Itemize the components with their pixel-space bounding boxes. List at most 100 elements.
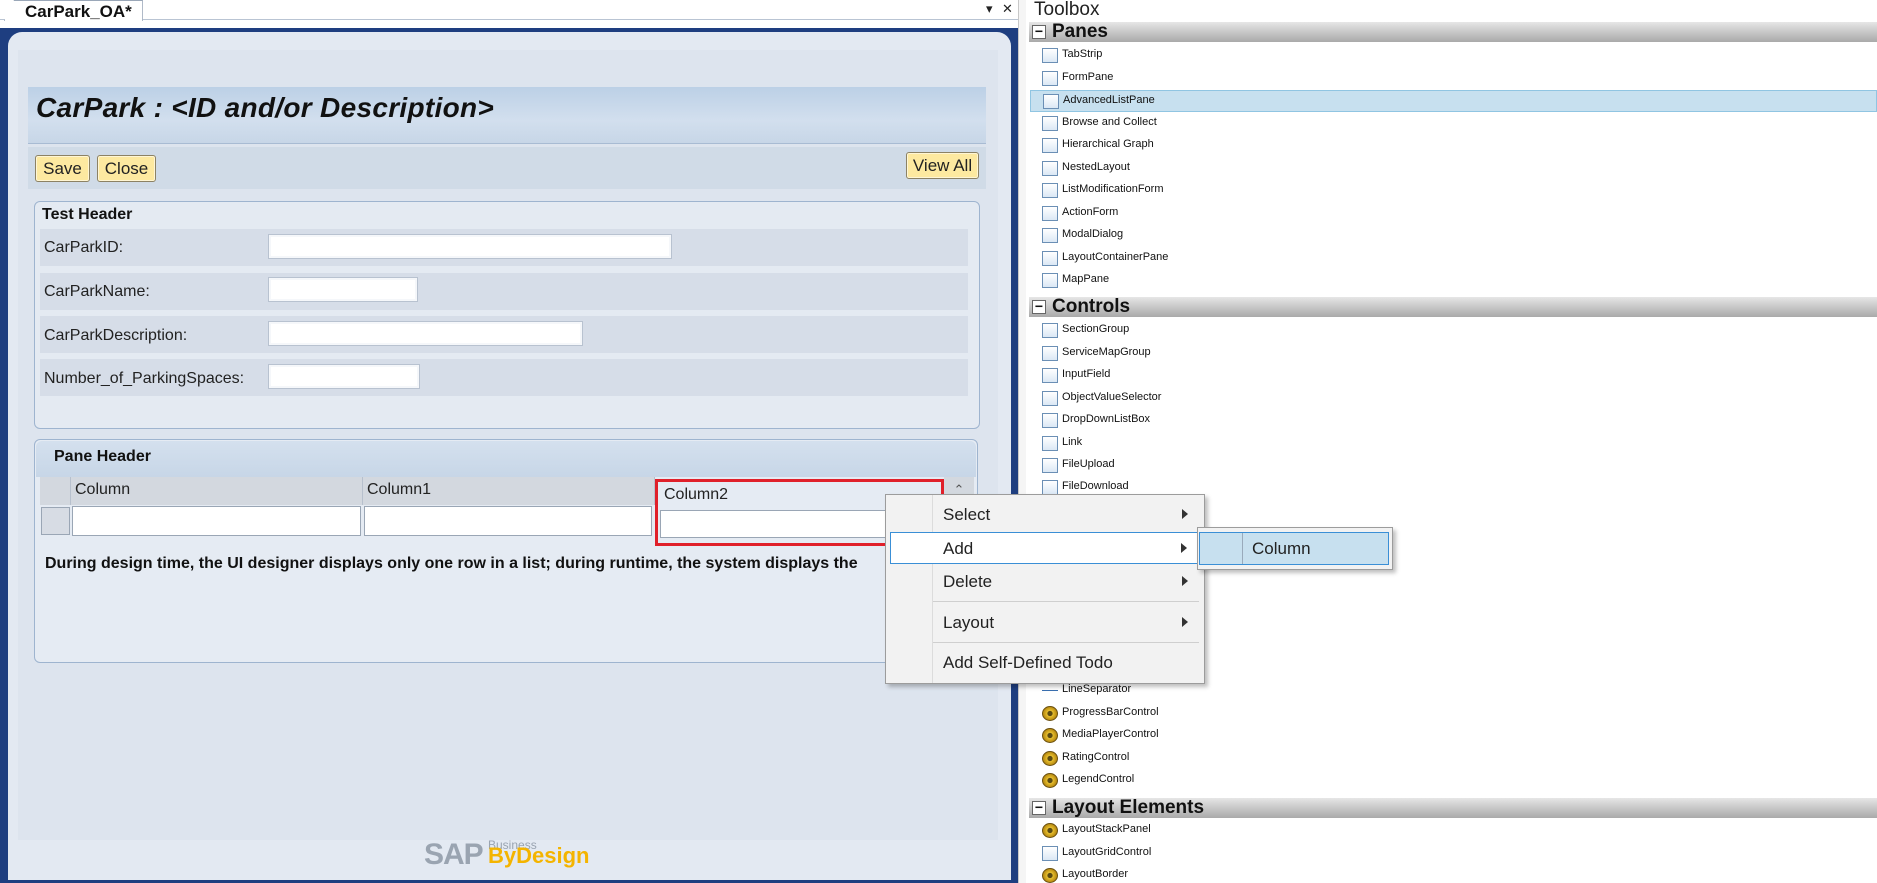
carparkname-input[interactable] — [268, 277, 418, 302]
toolbox-item-formpane[interactable]: FormPane — [1030, 68, 1877, 90]
submenu-item-column[interactable]: Column — [1199, 532, 1389, 565]
toolbox-item-inputfield[interactable]: InputField — [1030, 365, 1877, 387]
sap-logo: SAP — [424, 838, 484, 871]
toolbox-item-sectiongroup[interactable]: SectionGroup — [1030, 320, 1877, 342]
field-label: CarParkName: — [44, 283, 150, 300]
toolbox-item-objectvalueselector[interactable]: ObjectValueSelector — [1030, 388, 1877, 410]
toolbox-item-layoutgridcontrol[interactable]: LayoutGridControl — [1030, 843, 1877, 865]
tab-carpark-oa[interactable]: CarPark_OA* — [4, 0, 143, 21]
toolbox-item-servicemapgroup[interactable]: ServiceMapGroup — [1030, 343, 1877, 365]
gear-icon — [1042, 773, 1058, 788]
filedownload-icon — [1042, 480, 1058, 495]
menu-gutter — [1242, 533, 1243, 564]
toolbox-item-browse-collect[interactable]: Browse and Collect — [1030, 113, 1877, 135]
toolbox-item-mappane[interactable]: MapPane — [1030, 270, 1877, 292]
sectiongroup-icon — [1042, 323, 1058, 338]
collapse-icon[interactable]: − — [1032, 800, 1046, 815]
gear-icon — [1042, 823, 1058, 838]
submenu-arrow-icon — [1182, 576, 1188, 586]
toolbox-item-listmodificationform[interactable]: ListModificationForm — [1030, 180, 1877, 202]
toolbox-item-modaldialog[interactable]: ModalDialog — [1030, 225, 1877, 247]
section-group-title: Test Header — [42, 206, 133, 223]
tab-dropdown-icon[interactable]: ▾ — [986, 0, 993, 18]
pane-header-bar — [36, 441, 976, 477]
carparkdescription-input[interactable] — [268, 321, 583, 346]
form-row — [40, 273, 968, 310]
servicemap-icon — [1042, 346, 1058, 361]
fileupload-icon — [1042, 458, 1058, 473]
bydesign-logo: ByDesign — [488, 843, 590, 868]
tab-label: CarPark_OA* — [25, 2, 132, 21]
column-header[interactable]: Column — [71, 477, 363, 505]
toolbox-item-legendcontrol[interactable]: LegendControl — [1030, 770, 1877, 792]
field-label: CarParkDescription: — [44, 327, 188, 344]
row-selector-header — [40, 477, 71, 505]
link-icon — [1042, 436, 1058, 451]
ovs-icon — [1042, 391, 1058, 406]
menu-item-add-self-defined-todo[interactable]: Add Self-Defined Todo — [886, 647, 1204, 679]
menu-item-layout[interactable]: Layout — [886, 607, 1204, 639]
section-header-controls[interactable] — [1029, 297, 1877, 317]
mappane-icon — [1042, 273, 1058, 288]
list-cell-column[interactable] — [72, 506, 361, 536]
submenu-arrow-icon — [1182, 509, 1188, 519]
form-toolbar[interactable] — [28, 147, 986, 189]
menu-separator — [933, 601, 1199, 602]
dropdown-icon — [1042, 413, 1058, 428]
document-tabbar — [0, 0, 1018, 20]
menu-item-delete[interactable]: Delete — [886, 566, 1204, 598]
menu-separator — [933, 642, 1199, 643]
hierarchy-icon — [1042, 138, 1058, 153]
toolbox-item-mediaplayercontrol[interactable]: MediaPlayerControl — [1030, 725, 1877, 747]
carparkid-input[interactable] — [268, 234, 672, 259]
formpane-icon — [1042, 71, 1058, 86]
toolbox-item-tabstrip[interactable]: TabStrip — [1030, 45, 1877, 67]
submenu-arrow-icon — [1182, 617, 1188, 627]
toolbox-item-ratingcontrol[interactable]: RatingControl — [1030, 748, 1877, 770]
toolbox-item-layoutborder[interactable]: LayoutBorder — [1030, 865, 1877, 883]
tabstrip-icon — [1042, 48, 1058, 63]
nestedlayout-icon — [1042, 161, 1058, 176]
menu-item-select[interactable]: Select — [886, 499, 1204, 531]
page-title[interactable]: CarPark : <ID and/or Description> — [36, 90, 494, 126]
field-label: Number_of_ParkingSpaces: — [44, 370, 245, 387]
gear-icon — [1042, 706, 1058, 721]
tab-close-icon[interactable]: ✕ — [1002, 0, 1013, 18]
list-cell-column1[interactable] — [364, 506, 652, 536]
gear-icon — [1042, 868, 1058, 883]
collapse-icon[interactable]: − — [1032, 299, 1046, 314]
pane-title: Pane Header — [54, 448, 151, 465]
list-pane-icon — [1043, 94, 1059, 109]
parkingspaces-input[interactable] — [268, 364, 420, 389]
toolbox-item-advancedlistpane[interactable]: AdvancedListPane — [1030, 90, 1877, 112]
toolbox-item-progressbarcontrol[interactable]: ProgressBarControl — [1030, 703, 1877, 725]
view-all-button[interactable]: View All — [906, 152, 979, 179]
listmodification-icon — [1042, 183, 1058, 198]
toolbox-item-nestedlayout[interactable]: NestedLayout — [1030, 158, 1877, 180]
toolbox-item-link[interactable]: Link — [1030, 433, 1877, 455]
grid-icon — [1042, 846, 1058, 861]
toolbox-item-fileupload[interactable]: FileUpload — [1030, 455, 1877, 477]
toolbox-item-dropdownlistbox[interactable]: DropDownListBox — [1030, 410, 1877, 432]
section-title-panes: Panes — [1052, 21, 1108, 42]
section-header-panes[interactable] — [1029, 22, 1877, 42]
gear-icon — [1042, 751, 1058, 766]
section-title-layout-elements: Layout Elements — [1052, 797, 1205, 818]
toolbox-item-actionform[interactable]: ActionForm — [1030, 203, 1877, 225]
line-icon — [1042, 690, 1058, 691]
close-button[interactable]: Close — [97, 155, 156, 182]
row-selector[interactable] — [41, 507, 70, 535]
modaldialog-icon — [1042, 228, 1058, 243]
collapse-icon[interactable]: − — [1032, 24, 1046, 39]
toolbox-item-layoutcontainerpane[interactable]: LayoutContainerPane — [1030, 248, 1877, 270]
actionform-icon — [1042, 206, 1058, 221]
panel-splitter[interactable] — [1018, 0, 1026, 883]
save-button[interactable]: Save — [35, 155, 90, 182]
design-note-text: During design time, the UI designer disp… — [45, 555, 858, 572]
layoutcontainer-icon — [1042, 251, 1058, 266]
toolbox-item-layoutstackpanel[interactable]: LayoutStackPanel — [1030, 820, 1877, 842]
menu-item-add[interactable]: Add — [890, 532, 1200, 564]
gear-icon — [1042, 728, 1058, 743]
toolbox-item-hierarchical-graph[interactable]: Hierarchical Graph — [1030, 135, 1877, 157]
column-header[interactable]: Column1 — [363, 477, 655, 505]
